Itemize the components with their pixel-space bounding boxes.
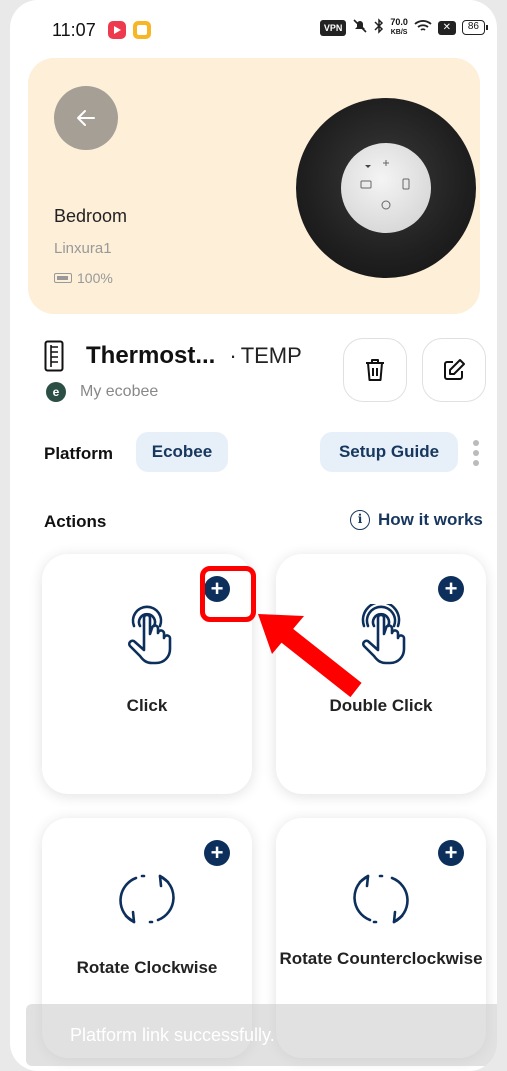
- battery-indicator: 86: [461, 20, 489, 35]
- delete-button[interactable]: [343, 338, 407, 402]
- integration-title: Thermost...: [86, 342, 216, 369]
- vpn-badge: VPN: [319, 19, 347, 36]
- highlight-box: [200, 566, 256, 622]
- status-time: 11:07: [52, 20, 96, 40]
- edit-icon: [444, 359, 465, 380]
- more-options-icon[interactable]: [473, 440, 481, 466]
- tap-icon: [128, 605, 172, 665]
- sim-disabled-icon: ✕: [437, 20, 456, 35]
- wifi-icon: [414, 19, 432, 36]
- device-battery: 100%: [54, 270, 113, 286]
- device-battery-value: 100%: [77, 270, 113, 286]
- how-it-works-link[interactable]: i How it works: [350, 510, 483, 530]
- app-screen: 11:07 VPN 70.0 KB/S ✕ 86 Bedroom Linxura…: [10, 0, 497, 1071]
- device-image: [296, 98, 476, 278]
- account-row: e My ecobee: [46, 382, 158, 402]
- setup-guide-button[interactable]: Setup Guide: [320, 432, 458, 472]
- video-app-icon: [108, 21, 126, 39]
- title-separator: ·: [229, 343, 237, 368]
- integration-header: Thermost... · TEMP: [44, 340, 302, 372]
- edit-button[interactable]: [422, 338, 486, 402]
- bluetooth-icon: [374, 18, 384, 37]
- info-icon: i: [350, 510, 370, 530]
- toast-message: Platform link successfully.: [26, 1004, 497, 1066]
- network-speed-value: 70.0: [390, 17, 408, 27]
- back-button[interactable]: [54, 86, 118, 150]
- platform-chip[interactable]: Ecobee: [136, 432, 228, 472]
- ecobee-logo-icon: e: [46, 382, 66, 402]
- integration-type: TEMP: [240, 343, 302, 368]
- account-name: My ecobee: [80, 383, 159, 400]
- pointer-arrow-icon: [258, 614, 362, 698]
- add-icon[interactable]: +: [438, 840, 464, 866]
- action-label: Click: [126, 696, 168, 715]
- action-label: Rotate Clockwise: [76, 958, 218, 977]
- actions-label: Actions: [44, 512, 107, 531]
- device-dial-face: [341, 143, 431, 233]
- rotate-clockwise-icon: [119, 874, 175, 924]
- how-it-works-label: How it works: [378, 510, 483, 529]
- rotate-counterclockwise-icon: [353, 874, 409, 924]
- notes-app-icon: [133, 21, 151, 39]
- device-card: Bedroom Linxura1 100%: [28, 58, 480, 314]
- status-icons: VPN 70.0 KB/S ✕ 86: [319, 18, 489, 37]
- action-label: Rotate Counterclockwise: [279, 949, 483, 968]
- add-icon[interactable]: +: [204, 840, 230, 866]
- trash-icon: [366, 359, 384, 381]
- device-name: Linxura1: [54, 240, 112, 257]
- thermostat-icon: [44, 340, 64, 372]
- battery-icon: [54, 273, 72, 283]
- mute-icon: [352, 18, 368, 37]
- network-speed: 70.0 KB/S: [390, 18, 408, 37]
- add-icon[interactable]: +: [438, 576, 464, 602]
- action-label: Double Click: [329, 696, 433, 715]
- status-bar: 11:07 VPN 70.0 KB/S ✕ 86: [10, 0, 497, 62]
- network-speed-unit: KB/S: [390, 29, 408, 36]
- arrow-left-icon: [77, 110, 95, 126]
- platform-label: Platform: [44, 444, 113, 463]
- room-name: Bedroom: [54, 206, 128, 226]
